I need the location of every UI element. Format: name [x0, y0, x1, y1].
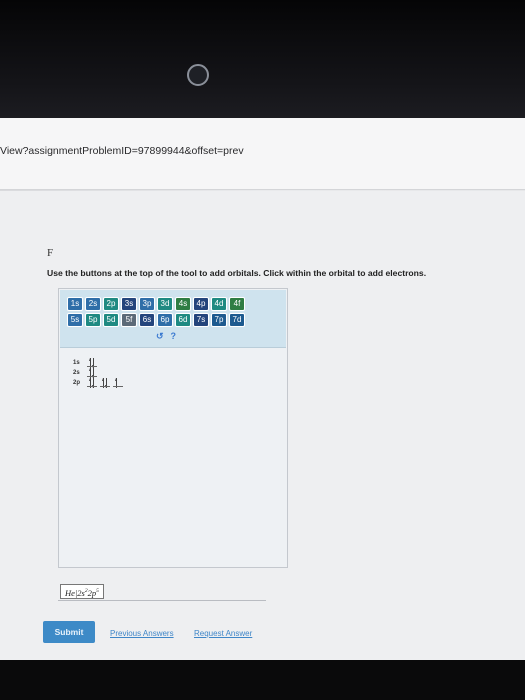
orbital-button-palette: 1s 2s 2p 3s 3p 3d 4s 4p 4d 4f 5s 5p 5d 5f 6s 6p 6d 7s 7p 7… — [60, 290, 286, 348]
p-term: 2p — [87, 587, 97, 598]
orbital-button-7p[interactable]: 7p — [211, 313, 227, 327]
url-text[interactable]: View?assignmentProblemID=97899944&offset… — [0, 145, 244, 157]
orbital-diagram-tool: 1s 2s 2p 3s 3p 3d 4s 4p 4d 4f 5s 5p 5d 5f 6s 6p 6d 7s 7p 7… — [58, 288, 288, 568]
orbital-line — [87, 386, 97, 387]
orbital-row-1s: 1s — [73, 358, 100, 368]
instructions-text: Use the buttons at the top of the tool t… — [47, 268, 427, 278]
device-bezel-top — [0, 0, 525, 118]
question-label: F — [47, 247, 54, 259]
s-term: 2s — [77, 587, 85, 598]
orbital-row-2s: 2s — [73, 368, 100, 378]
orbital-line — [87, 376, 97, 377]
orbital-line — [87, 366, 97, 367]
orbital-button-6s[interactable]: 6s — [139, 313, 155, 327]
answer-field: He|2s22p5 — [58, 583, 266, 601]
reset-icon[interactable]: ↺ — [156, 331, 164, 341]
tool-actions: ↺ ? — [156, 331, 176, 341]
orbital-button-2s[interactable]: 2s — [85, 297, 101, 311]
browser-screen: View?assignmentProblemID=97899944&offset… — [0, 118, 525, 660]
orbital-box[interactable] — [113, 378, 123, 388]
orbital-button-6d[interactable]: 6d — [175, 313, 191, 327]
orbital-button-4p[interactable]: 4p — [193, 297, 209, 311]
orbital-box[interactable] — [87, 378, 97, 388]
previous-answers-link[interactable]: Previous Answers — [110, 629, 174, 638]
orbital-button-3p[interactable]: 3p — [139, 297, 155, 311]
orbital-box[interactable] — [87, 368, 97, 378]
orbital-button-3s[interactable]: 3s — [121, 297, 137, 311]
electron-configuration-answer: He|2s22p5 — [60, 584, 104, 599]
orbital-label: 1s — [73, 360, 80, 366]
orbital-button-4f[interactable]: 4f — [229, 297, 245, 311]
orbital-box[interactable] — [100, 378, 110, 388]
orbital-line — [100, 386, 110, 387]
orbital-diagram-canvas[interactable]: 1s 2s 2p — [60, 349, 286, 567]
address-bar[interactable]: View?assignmentProblemID=97899944&offset… — [0, 118, 525, 190]
p-exponent: 5 — [96, 588, 99, 594]
orbital-button-5d[interactable]: 5d — [103, 313, 119, 327]
orbital-buttons-row-1: 1s 2s 2p 3s 3p 3d 4s 4p 4d 4f — [67, 297, 245, 311]
help-icon[interactable]: ? — [171, 331, 177, 341]
orbital-button-2p[interactable]: 2p — [103, 297, 119, 311]
device-bezel-bottom — [0, 660, 525, 700]
noble-gas-core: He — [65, 587, 75, 598]
orbital-button-3d[interactable]: 3d — [157, 297, 173, 311]
orbital-label: 2s — [73, 370, 80, 376]
camera-lens — [187, 64, 209, 86]
orbital-button-5p[interactable]: 5p — [85, 313, 101, 327]
orbital-button-1s[interactable]: 1s — [67, 297, 83, 311]
orbital-buttons-row-2: 5s 5p 5d 5f 6s 6p 6d 7s 7p 7d — [67, 313, 245, 327]
orbital-button-4s[interactable]: 4s — [175, 297, 191, 311]
orbital-box[interactable] — [87, 358, 97, 368]
submit-button[interactable]: Submit — [43, 621, 95, 643]
orbital-row-2p: 2p — [73, 378, 126, 388]
orbital-button-5f[interactable]: 5f — [121, 313, 137, 327]
orbital-button-7d[interactable]: 7d — [229, 313, 245, 327]
assignment-page: F Use the buttons at the top of the tool… — [0, 191, 525, 660]
orbital-button-7s[interactable]: 7s — [193, 313, 209, 327]
orbital-button-5s[interactable]: 5s — [67, 313, 83, 327]
orbital-button-6p[interactable]: 6p — [157, 313, 173, 327]
orbital-button-4d[interactable]: 4d — [211, 297, 227, 311]
orbital-line — [113, 386, 123, 387]
orbital-label: 2p — [73, 380, 81, 386]
request-answer-link[interactable]: Request Answer — [194, 629, 252, 638]
